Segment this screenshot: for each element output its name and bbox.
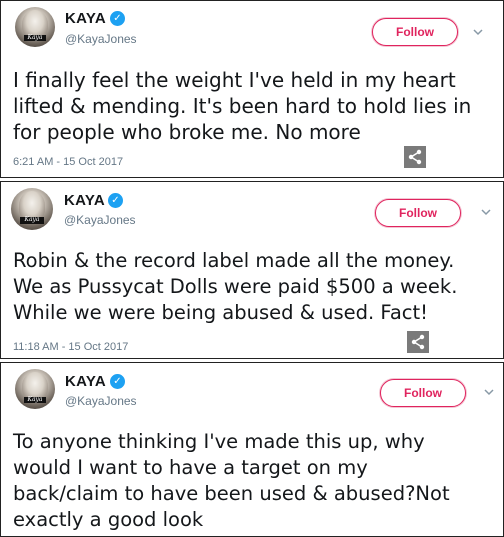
display-name[interactable]: KAYA xyxy=(65,373,106,390)
share-icon[interactable] xyxy=(407,331,429,353)
share-icon[interactable] xyxy=(404,146,426,168)
avatar[interactable]: Kaya xyxy=(15,7,55,47)
avatar[interactable]: Kaya xyxy=(15,369,55,409)
avatar-logo: Kaya xyxy=(23,34,47,42)
tweet-card-1: Kaya KAYA ✓ @KayaJones Follow I finally … xyxy=(0,0,504,178)
tweet-timestamp[interactable]: 11:18 AM - 15 Oct 2017 xyxy=(13,341,128,353)
user-handle[interactable]: @KayaJones xyxy=(65,32,137,46)
display-name[interactable]: KAYA xyxy=(64,192,105,209)
chevron-down-icon[interactable] xyxy=(480,206,492,218)
avatar[interactable]: Kaya xyxy=(11,188,53,230)
tweet-text: I finally feel the weight I've held in m… xyxy=(13,68,472,144)
chevron-down-icon[interactable] xyxy=(483,386,495,398)
follow-button[interactable]: Follow xyxy=(380,379,466,407)
verified-badge-icon: ✓ xyxy=(108,193,123,208)
tweet-text: Robin & the record label made all the mo… xyxy=(13,249,458,324)
tweet-timestamp[interactable]: 6:21 AM - 15 Oct 2017 xyxy=(13,156,123,168)
verified-badge-icon: ✓ xyxy=(110,11,125,26)
user-handle[interactable]: @KayaJones xyxy=(64,213,136,227)
display-name[interactable]: KAYA xyxy=(65,10,106,27)
avatar-logo: Kaya xyxy=(20,217,44,225)
tweet-text: To anyone thinking I've made this up, wh… xyxy=(13,430,450,531)
user-handle[interactable]: @KayaJones xyxy=(65,394,137,408)
chevron-down-icon[interactable] xyxy=(472,26,484,38)
follow-button[interactable]: Follow xyxy=(372,18,458,46)
tweet-card-3: Kaya KAYA ✓ @KayaJones Follow To anyone … xyxy=(0,362,504,537)
verified-badge-icon: ✓ xyxy=(110,374,125,389)
avatar-logo: Kaya xyxy=(23,396,47,404)
tweet-card-2: Kaya KAYA ✓ @KayaJones Follow Robin & th… xyxy=(0,181,504,359)
follow-button[interactable]: Follow xyxy=(375,199,461,227)
